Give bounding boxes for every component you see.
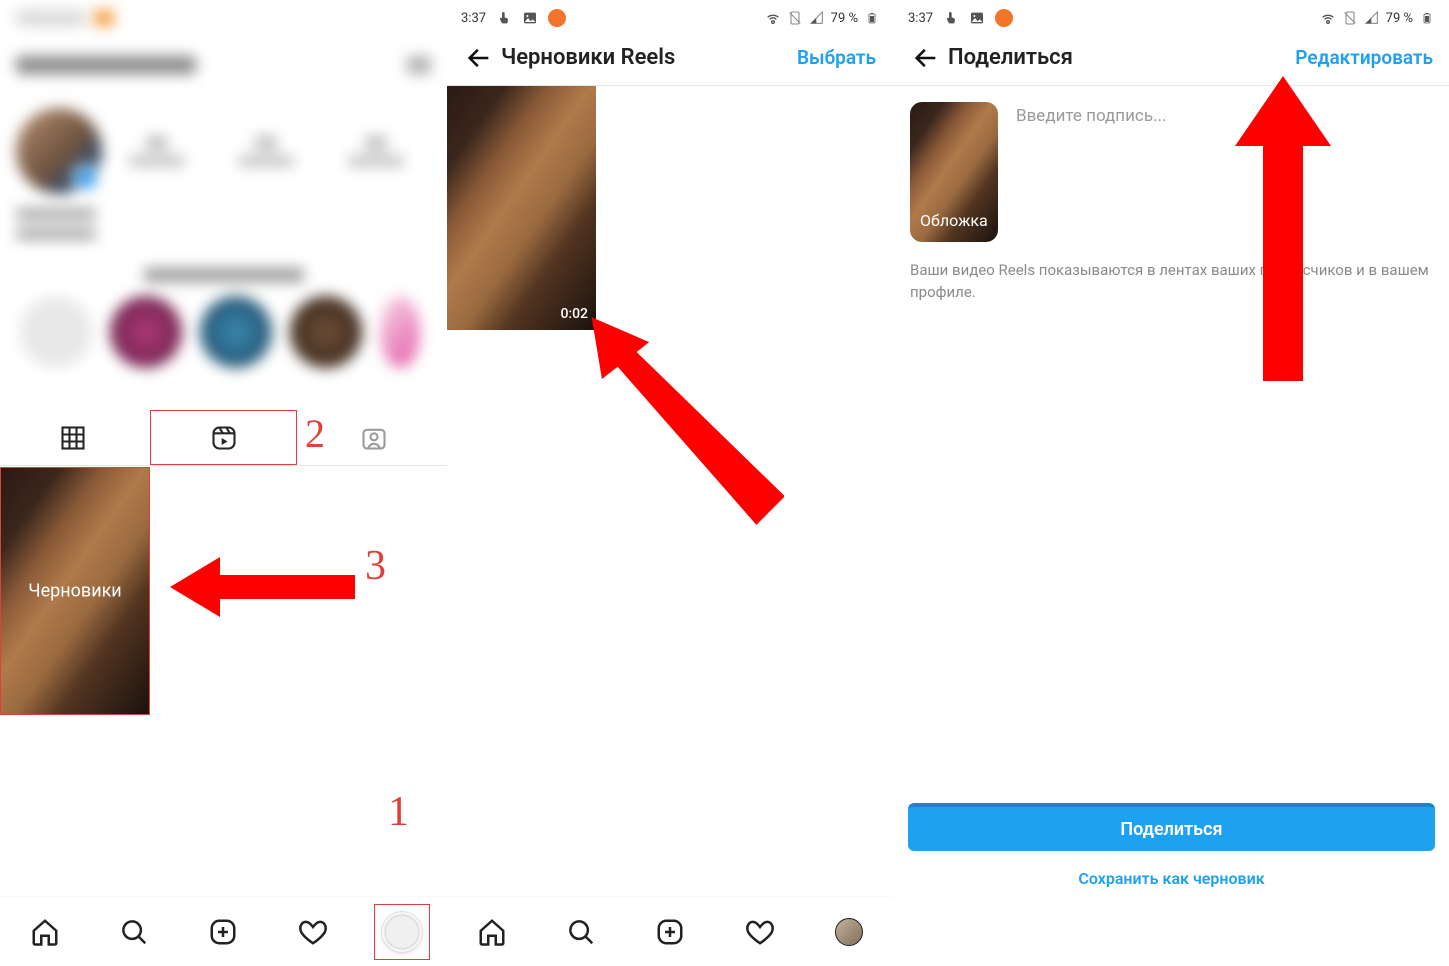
nav-activity[interactable] (732, 904, 788, 960)
edit-button[interactable]: Редактировать (1295, 46, 1439, 69)
status-battery: 79 % (831, 11, 858, 26)
picture-icon (969, 10, 985, 26)
page-title: Черновики Reels (501, 45, 675, 70)
draft-item[interactable]: 0:02 (447, 86, 596, 330)
search-icon (566, 917, 596, 947)
heart-icon (298, 917, 328, 947)
tagged-icon (360, 424, 388, 452)
profile-avatar-icon (835, 918, 863, 946)
avatar[interactable] (16, 108, 102, 194)
draft-label: Черновики (1, 581, 149, 602)
wifi-icon (765, 10, 781, 26)
back-button[interactable] (904, 36, 948, 80)
status-battery: 79 % (1386, 11, 1413, 26)
annotation-number-3: 3 (365, 542, 386, 590)
save-draft-button[interactable]: Сохранить как черновик (908, 869, 1435, 888)
cover-thumbnail[interactable]: Обложка (910, 102, 998, 242)
caption-input[interactable]: Введите подпись... (1016, 102, 1433, 242)
reels-icon (210, 424, 238, 452)
back-button[interactable] (457, 36, 501, 80)
nav-search[interactable] (106, 904, 162, 960)
search-icon (119, 917, 149, 947)
profile-blurred-area (0, 0, 447, 420)
annotation-arrow-3 (170, 547, 360, 627)
touch-icon (496, 10, 512, 26)
nav-add[interactable] (195, 904, 251, 960)
profile-avatar-icon (382, 912, 422, 952)
add-icon (655, 917, 685, 947)
app-badge-icon (995, 9, 1013, 27)
app-badge-icon (548, 9, 566, 27)
arrow-left-icon (465, 44, 493, 72)
battery-icon (1419, 10, 1435, 26)
tab-reels[interactable] (150, 410, 298, 465)
home-icon (30, 917, 60, 947)
battery-icon (864, 10, 880, 26)
signal-icon (809, 10, 825, 26)
nav-add[interactable] (642, 904, 698, 960)
phone-share: 3:37 79 % Поделиться Редактировать О (894, 0, 1449, 966)
draft-thumbnail[interactable]: Черновики (0, 467, 150, 715)
nav-profile[interactable] (374, 904, 430, 960)
share-header: Поделиться Редактировать (894, 30, 1449, 86)
nav-home[interactable] (17, 904, 73, 960)
nav-profile[interactable] (821, 904, 877, 960)
signal-icon (1364, 10, 1380, 26)
drafts-header: Черновики Reels Выбрать (447, 30, 894, 86)
arrow-left-icon (912, 44, 940, 72)
bottom-nav (0, 896, 447, 966)
cover-label: Обложка (920, 211, 988, 230)
status-time: 3:37 (908, 11, 933, 26)
wifi-icon (1320, 10, 1336, 26)
add-icon (208, 917, 238, 947)
status-bar: 3:37 79 % (447, 0, 894, 30)
no-sim-icon (1342, 10, 1358, 26)
heart-icon (745, 917, 775, 947)
video-duration: 0:02 (560, 306, 588, 322)
phone-drafts: 3:37 79 % Черновики Reels Выбрать 0:02 (447, 0, 894, 966)
annotation-number-2: 2 (305, 410, 325, 457)
picture-icon (522, 10, 538, 26)
page-title: Поделиться (948, 45, 1073, 70)
nav-activity[interactable] (285, 904, 341, 960)
home-icon (477, 917, 507, 947)
nav-search[interactable] (553, 904, 609, 960)
nav-home[interactable] (464, 904, 520, 960)
share-button[interactable]: Поделиться (908, 803, 1435, 851)
bottom-nav (447, 896, 894, 966)
share-note: Ваши видео Reels показываются в лентах в… (910, 260, 1433, 304)
tab-grid[interactable] (0, 410, 146, 465)
select-button[interactable]: Выбрать (797, 46, 884, 69)
grid-icon (59, 424, 87, 452)
phone-profile: 2 Черновики 3 1 (0, 0, 447, 966)
annotation-number-1: 1 (388, 788, 409, 836)
profile-tabs (0, 410, 447, 466)
no-sim-icon (787, 10, 803, 26)
status-bar: 3:37 79 % (894, 0, 1449, 30)
status-time: 3:37 (461, 11, 486, 26)
touch-icon (943, 10, 959, 26)
